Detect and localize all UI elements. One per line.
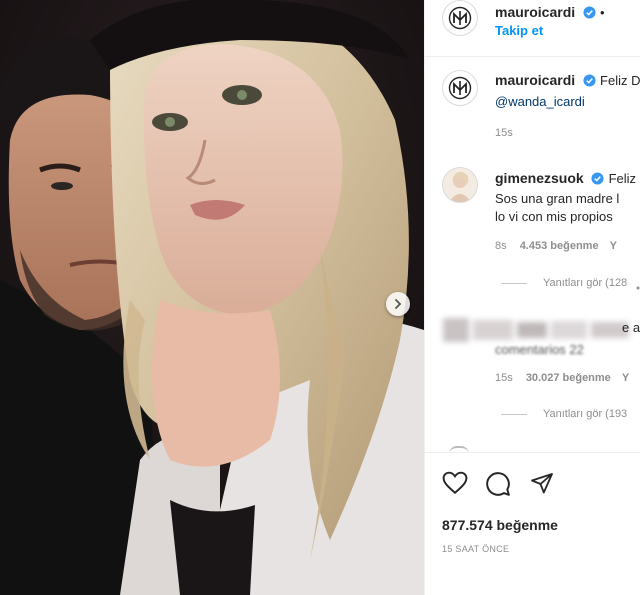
caption-mention-link[interactable]: @wanda_icardi [495,94,585,109]
comment-2-view-replies-label: Yanıtları gör (193 [543,408,628,420]
caption-username[interactable]: mauroicardi [495,72,575,88]
comment-1-line-1: gimenezsuok Feliz [495,170,636,188]
mi-logo-icon [448,76,472,100]
instagram-post-view: mauroicardi • Takip et mauroicardi Feliz… [0,0,640,595]
replies-divider-line [501,282,527,284]
replies-divider-line [501,413,527,415]
comment-icon[interactable] [485,471,511,497]
separator-dot: • [600,5,605,20]
comment-2-meta: 15s 30.027 beğenme Y [495,372,629,384]
comment-1-reply-button[interactable]: Y [610,240,617,252]
couple-selfie-image [0,0,424,595]
partial-more-icon [636,286,640,290]
comment-2-reply-button[interactable]: Y [622,372,629,384]
carousel-next-button[interactable] [386,292,410,316]
share-icon[interactable] [529,471,555,495]
pixelated-censor-block [443,318,629,342]
post-actions: 877.574 beğenme 15 SAAT ÖNCE [425,452,640,595]
post-like-count[interactable]: 877.574 beğenme [442,517,558,533]
post-photo[interactable] [0,0,424,595]
post-header: mauroicardi • Takip et [425,0,640,57]
author-username[interactable]: mauroicardi [495,4,575,20]
comment-2-text-fragment: e a [622,320,640,335]
commenter-avatar[interactable] [442,167,478,203]
comment-1-line-3: lo vi con mis propios [495,209,613,224]
verified-badge-icon [583,6,596,19]
comment-2-line-2: comentarios 22 [495,342,584,357]
comment-1-username[interactable]: gimenezsuok [495,170,584,186]
comment-2-blurred-author [443,316,633,344]
mi-logo-icon [448,6,472,30]
heart-icon[interactable] [442,471,468,495]
author-avatar[interactable] [442,0,478,36]
caption-text: Feliz D [600,73,640,88]
verified-badge-icon [591,172,604,185]
comment-2-view-replies[interactable]: Yanıtları gör (193 [501,408,627,420]
commenter-photo-icon [443,168,477,202]
comment-1-text: Feliz [608,171,637,186]
comment-2-likes[interactable]: 30.027 beğenme [526,372,611,384]
chevron-right-icon [395,299,402,309]
caption-line-1: mauroicardi Feliz D [495,72,640,90]
comment-2-time[interactable]: 15s [495,372,513,384]
follow-button[interactable]: Takip et [495,23,543,38]
comment-1-line-2: Sos una gran madre l [495,191,620,206]
verified-badge-icon [583,74,596,87]
comment-1-time[interactable]: 8s [495,240,507,252]
comment-1-view-replies[interactable]: Yanıtları gör (128 [501,277,627,289]
comment-1-view-replies-label: Yanıtları gör (128 [543,277,628,289]
comment-1-meta: 8s 4.453 beğenme Y [495,240,617,252]
post-time-ago[interactable]: 15 SAAT ÖNCE [442,544,509,554]
post-side-panel: mauroicardi • Takip et mauroicardi Feliz… [424,0,640,595]
caption-author-avatar[interactable] [442,70,478,106]
comment-1-likes[interactable]: 4.453 beğenme [520,240,599,252]
caption-timestamp[interactable]: 15s [495,127,513,139]
